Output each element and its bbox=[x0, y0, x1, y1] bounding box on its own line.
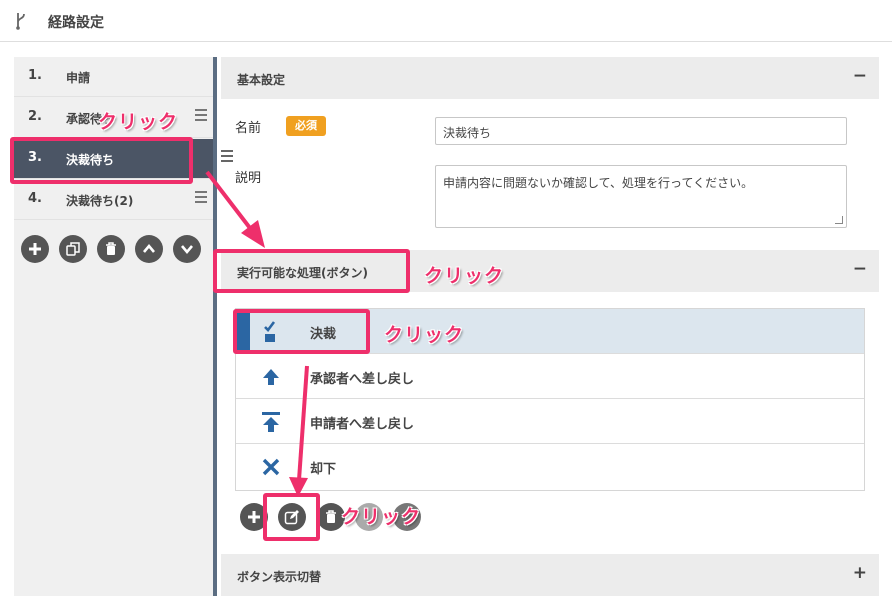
annotation-click-label: クリック bbox=[384, 324, 465, 346]
annotation-arrows bbox=[205, 170, 309, 497]
annotation-click-label: クリック bbox=[424, 265, 505, 287]
route-settings-page: 経路設定 1. 申請 2. 承認待ち 3. 決裁待ち 4. 決裁待ち(2) 基本… bbox=[0, 0, 892, 596]
annotation-click-label: クリック bbox=[341, 506, 422, 528]
annotation-click-label: クリック bbox=[98, 111, 179, 133]
